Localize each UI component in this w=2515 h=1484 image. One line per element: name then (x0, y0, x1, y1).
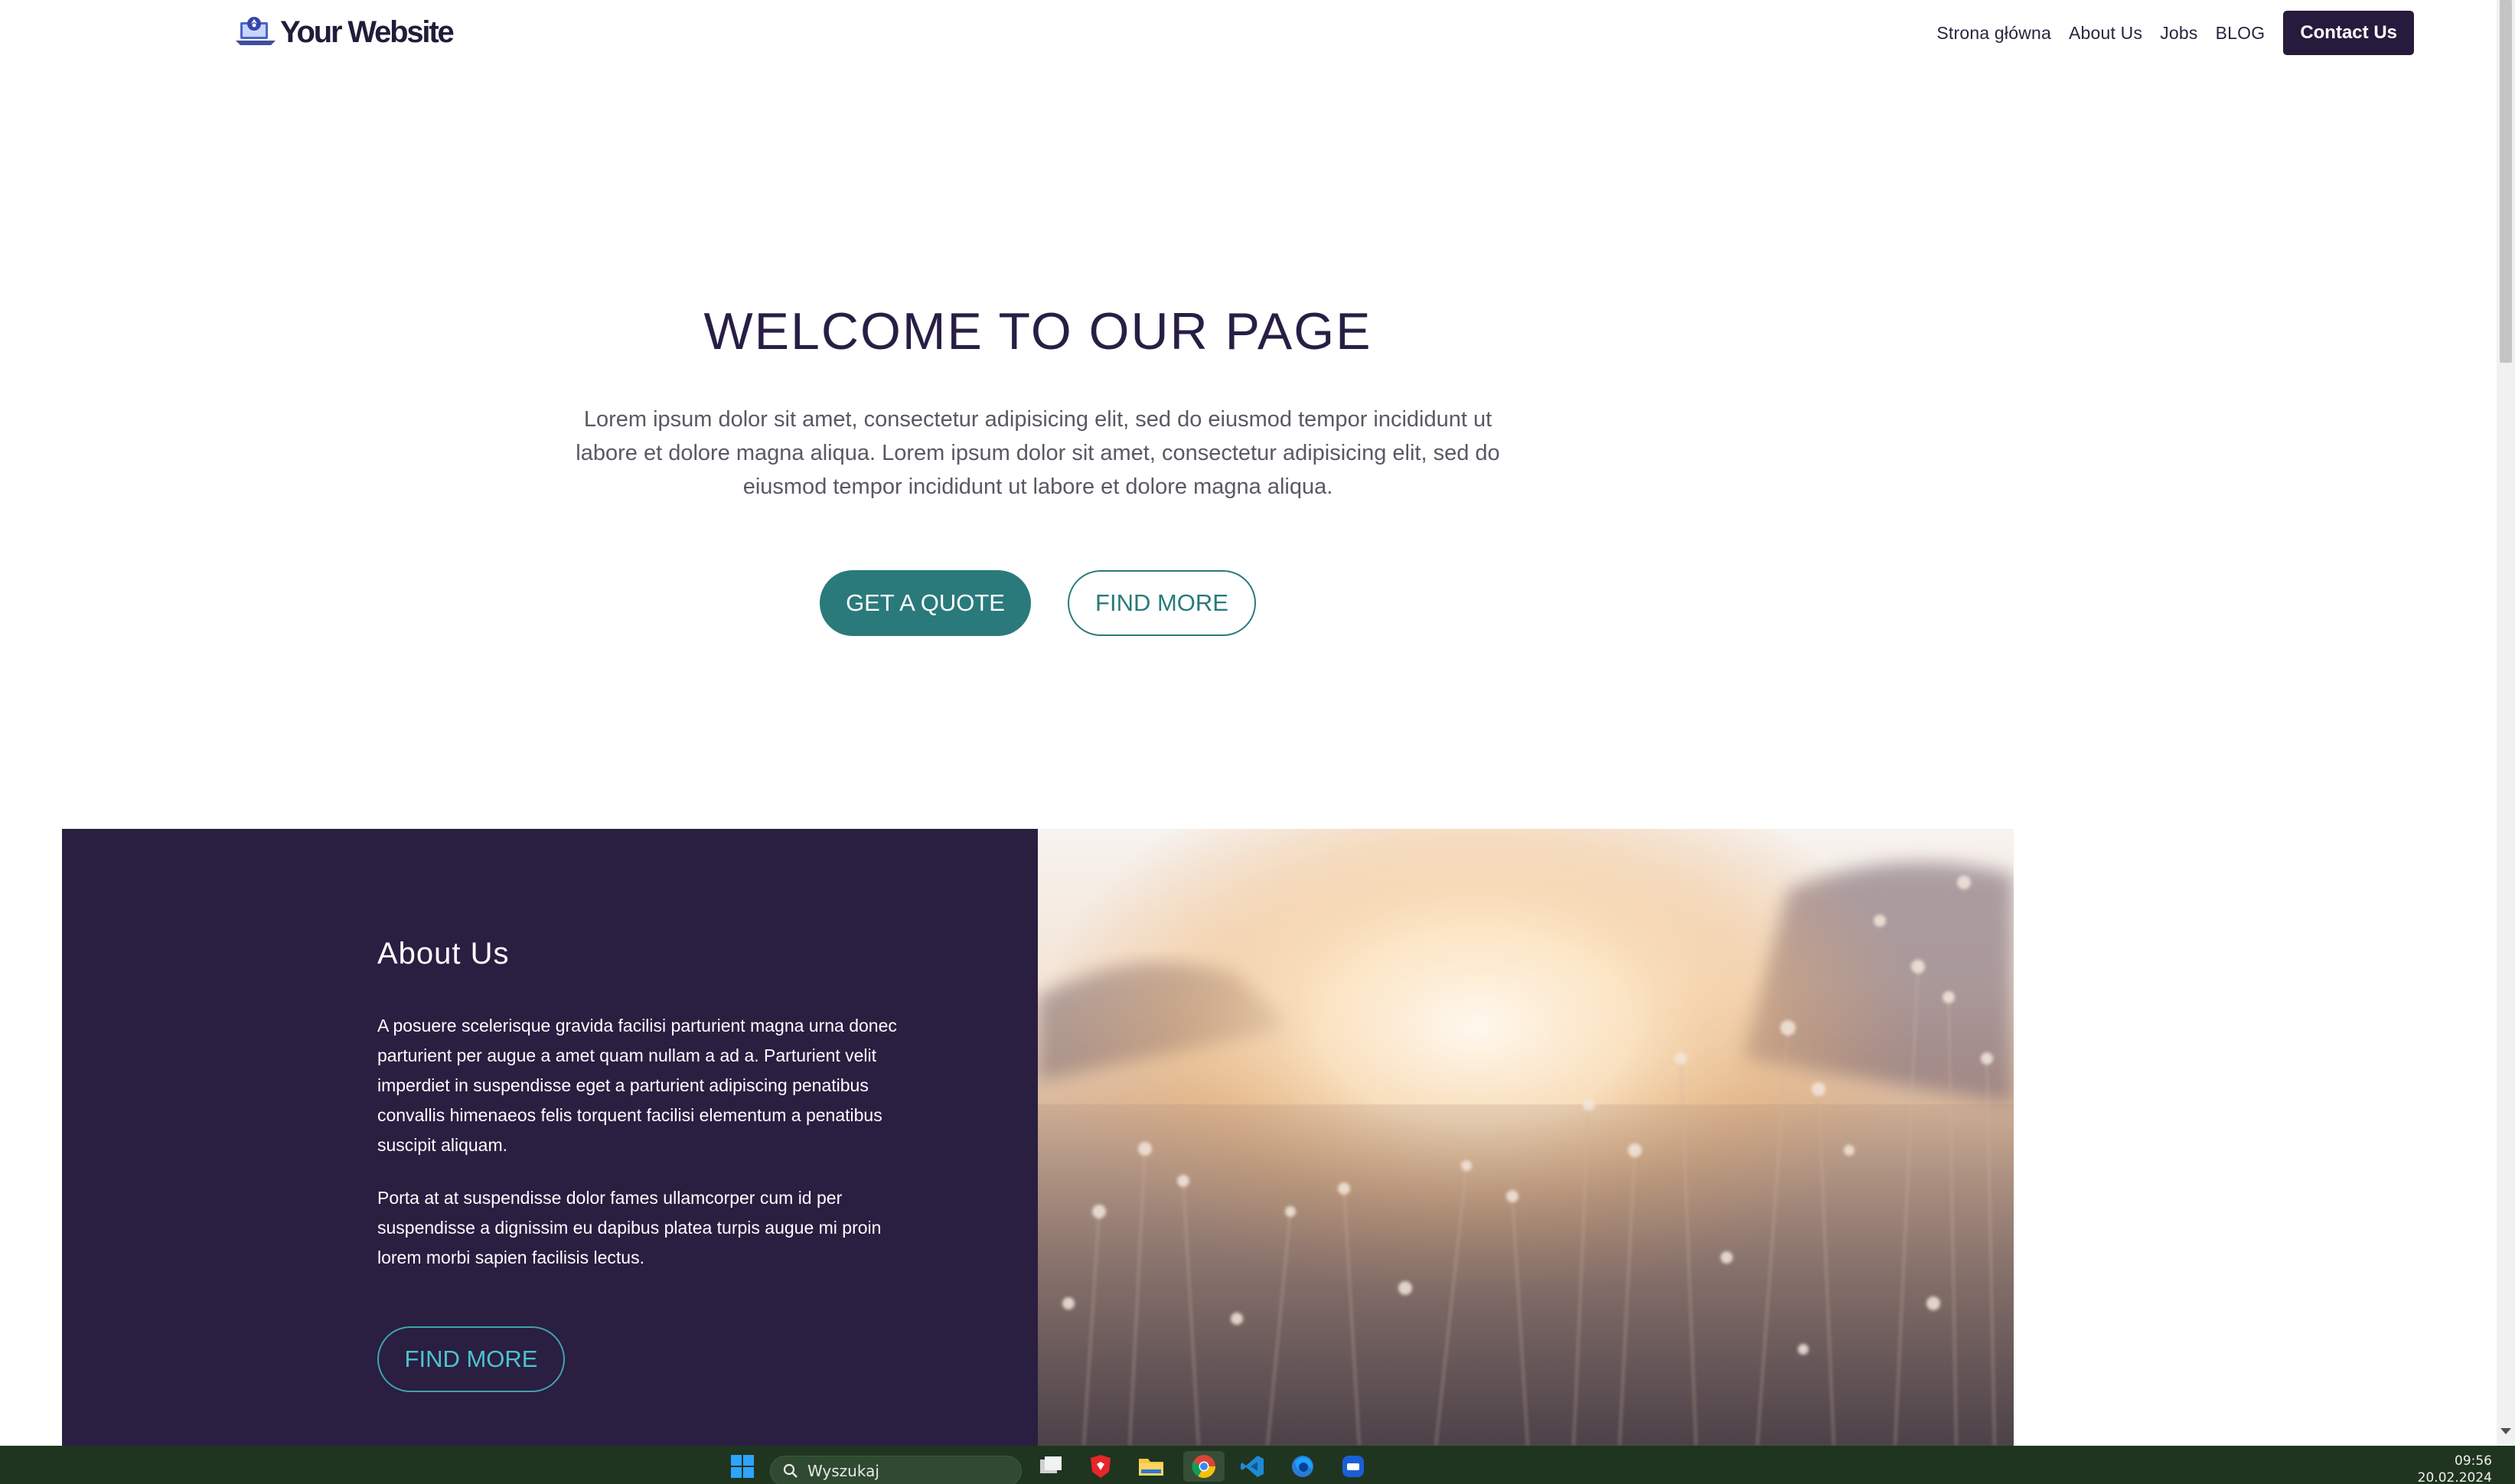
hero-find-more-button[interactable]: FIND MORE (1068, 570, 1256, 636)
chrome-icon[interactable] (1183, 1451, 1225, 1482)
page-scrollbar[interactable] (2497, 0, 2515, 1446)
browser-viewport: Your Website Strona główna About Us Jobs… (0, 0, 2515, 1484)
about-title: About Us (377, 937, 510, 970)
nav-item-blog[interactable]: BLOG (2216, 23, 2265, 44)
app-icon[interactable] (1336, 1451, 1370, 1482)
field-flowers-image (1038, 829, 2014, 1446)
brand-name: Your Website (280, 15, 455, 49)
vscode-icon[interactable] (1235, 1451, 1269, 1482)
taskbar-date: 20.02.2024 (2417, 1470, 2492, 1484)
taskbar-search-box[interactable]: Wyszukaj (770, 1456, 1022, 1484)
nav-item-home[interactable]: Strona główna (1936, 23, 2051, 44)
taskbar-search-placeholder: Wyszukaj (807, 1462, 879, 1480)
firefox-icon[interactable] (1286, 1451, 1319, 1482)
contact-us-button[interactable]: Contact Us (2283, 11, 2414, 55)
site-header: Your Website Strona główna About Us Jobs… (0, 0, 2497, 64)
hero-title: WELCOME TO OUR PAGE (703, 302, 1372, 360)
folder-icon[interactable] (1134, 1451, 1168, 1482)
hero-description: Lorem ipsum dolor sit amet, consectetur … (576, 407, 1500, 499)
about-find-more-button[interactable]: FIND MORE (377, 1326, 565, 1392)
get-a-quote-button[interactable]: GET A QUOTE (820, 570, 1031, 636)
scroll-down-arrow-icon[interactable] (2500, 1428, 2511, 1434)
brand-logo-link[interactable]: Your Website (234, 12, 455, 52)
about-paragraph-2: Porta at at suspendisse dolor fames ulla… (377, 1188, 882, 1267)
brave-browser-icon[interactable] (1084, 1451, 1117, 1482)
taskbar-clock[interactable]: 09:56 20.02.2024 (2418, 1453, 2492, 1484)
scrollbar-thumb[interactable] (2500, 0, 2512, 363)
windows-start-icon[interactable] (727, 1451, 758, 1482)
about-paragraph-1: A posuere scelerisque gravida facilisi p… (377, 1016, 897, 1155)
laptop-logo-icon (236, 17, 276, 45)
nav-item-about[interactable]: About Us (2069, 23, 2142, 44)
search-icon (783, 1463, 798, 1478)
taskbar-time: 09:56 (2455, 1453, 2492, 1469)
file-explorer-icon[interactable] (1033, 1451, 1067, 1482)
main-navigation: Strona główna About Us Jobs BLOG Contact… (1919, 11, 2414, 55)
nav-item-jobs[interactable]: Jobs (2160, 23, 2197, 44)
